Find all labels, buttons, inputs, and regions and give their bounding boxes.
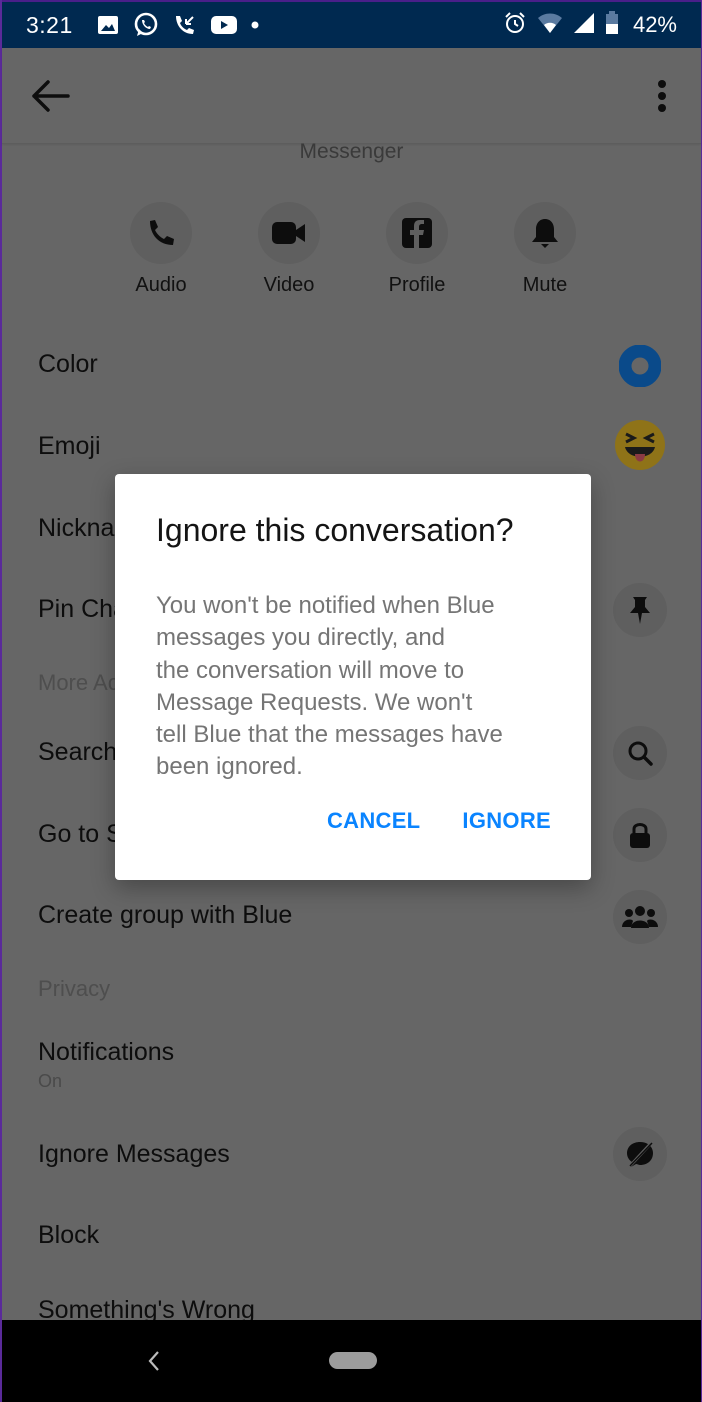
youtube-icon: [210, 15, 237, 35]
ignore-bubble-icon[interactable]: [613, 1127, 667, 1181]
mute-button[interactable]: Mute: [495, 202, 595, 297]
privacy-header: Privacy: [38, 976, 111, 1001]
squinting-tongue-emoji-icon[interactable]: [613, 418, 667, 472]
bell-icon: [514, 202, 576, 264]
phone-icon: [130, 202, 192, 264]
ignore-messages-label: Ignore Messages: [38, 1140, 230, 1168]
lock-icon[interactable]: [613, 808, 667, 862]
ignore-messages-row[interactable]: Ignore Messages: [38, 1140, 667, 1169]
nav-back-icon[interactable]: [146, 1350, 162, 1377]
create-group-row[interactable]: Create group with Blue: [38, 901, 667, 930]
dialog-body-line: Message Requests. We won't: [156, 688, 473, 716]
mute-label: Mute: [522, 274, 568, 296]
create-group-label: Create group with Blue: [38, 901, 293, 929]
color-label: Color: [38, 350, 98, 378]
image-icon: [97, 15, 119, 35]
notifications-value: On: [38, 1071, 63, 1091]
profile-button[interactable]: Profile: [367, 202, 467, 297]
whatsapp-icon: [133, 12, 159, 38]
video-label: Video: [263, 274, 315, 296]
emoji-row[interactable]: Emoji: [38, 432, 667, 461]
subtitle: Messenger: [299, 140, 404, 163]
cancel-button[interactable]: CANCEL: [327, 808, 420, 834]
color-swatch-icon[interactable]: [613, 339, 667, 393]
dialog-body-line: the conversation will move to: [156, 656, 465, 684]
pin-icon[interactable]: [613, 583, 667, 637]
color-row[interactable]: Color: [38, 350, 667, 379]
group-icon[interactable]: [613, 890, 667, 944]
dialog-title: Ignore this conversation?: [156, 512, 514, 548]
notifications-label: Notifications: [38, 1038, 175, 1066]
video-camera-icon: [258, 202, 320, 264]
app-bar: [2, 48, 701, 144]
audio-call-button[interactable]: Audio: [111, 202, 211, 297]
dot-icon: [251, 21, 259, 29]
dialog-body-line: messages you directly, and: [156, 624, 446, 652]
notifications-row[interactable]: Notifications On: [38, 1038, 667, 1092]
battery-icon: [605, 10, 619, 40]
status-time: 3:21: [26, 11, 73, 38]
more-vertical-icon[interactable]: [647, 78, 677, 114]
status-bar: 3:21 42%: [2, 0, 701, 48]
profile-label: Profile: [388, 274, 446, 296]
dialog-body-line: tell Blue that the messages have: [156, 721, 503, 749]
missed-call-icon: [173, 13, 197, 37]
signal-icon: [573, 12, 595, 39]
nav-home-pill-icon[interactable]: [329, 1352, 377, 1369]
facebook-icon: [386, 202, 448, 264]
block-label: Block: [38, 1221, 100, 1249]
search-icon[interactable]: [613, 726, 667, 780]
ignore-conversation-dialog: Ignore this conversation? You won't be n…: [115, 474, 591, 880]
alarm-icon: [503, 11, 527, 40]
video-call-button[interactable]: Video: [239, 202, 339, 297]
arrow-left-icon[interactable]: [30, 76, 72, 116]
emoji-label: Emoji: [38, 432, 101, 460]
ignore-button[interactable]: IGNORE: [462, 808, 551, 834]
battery-percent: 42%: [632, 12, 677, 37]
audio-label: Audio: [135, 274, 187, 296]
dialog-body-line: You won't be notified when Blue: [156, 592, 495, 619]
dialog-body-line: been ignored.: [156, 753, 303, 781]
system-nav-bar: [2, 1320, 701, 1402]
block-row[interactable]: Block: [38, 1221, 667, 1250]
dialog-body: You won't be notified when Blue messages…: [156, 590, 566, 784]
wifi-icon: [537, 12, 563, 39]
dialog-buttons: CANCEL IGNORE: [327, 808, 551, 834]
